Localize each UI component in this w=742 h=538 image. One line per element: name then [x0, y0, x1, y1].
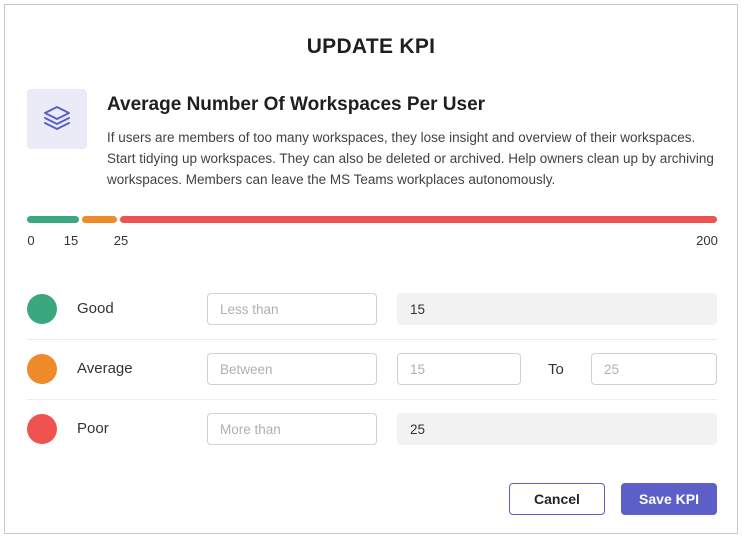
save-kpi-button[interactable]: Save KPI — [621, 483, 717, 515]
average-to-field[interactable]: 25 — [591, 353, 717, 385]
average-label: Average — [77, 360, 133, 377]
good-status-dot — [27, 294, 57, 324]
kpi-icon-container — [27, 89, 87, 149]
average-from-field[interactable]: 15 — [397, 353, 521, 385]
average-operator-field[interactable]: Between — [207, 353, 377, 385]
layers-icon — [44, 106, 70, 130]
poor-label: Poor — [77, 420, 109, 437]
average-status-dot — [27, 354, 57, 384]
kpi-name: Average Number Of Workspaces Per User — [107, 94, 486, 115]
range-segment-average — [82, 216, 117, 223]
poor-status-dot — [27, 414, 57, 444]
threshold-row-average: Average Between 15 To 25 — [27, 339, 717, 399]
kpi-range-bar — [27, 216, 717, 223]
threshold-row-good: Good Less than 15 — [27, 279, 717, 339]
good-label: Good — [77, 300, 114, 317]
good-operator-field[interactable]: Less than — [207, 293, 377, 325]
kpi-description: If users are members of too many workspa… — [107, 130, 714, 187]
range-tick-average: 25 — [113, 233, 129, 248]
dialog-title: UPDATE KPI — [306, 35, 436, 58]
range-tick-max: 200 — [696, 233, 718, 248]
cancel-button[interactable]: Cancel — [509, 483, 605, 515]
update-kpi-dialog: UPDATE KPI Average Number Of Workspaces … — [4, 4, 738, 534]
good-value-field[interactable]: 15 — [397, 293, 717, 325]
range-tick-good: 15 — [63, 233, 79, 248]
poor-value-field[interactable]: 25 — [397, 413, 717, 445]
threshold-row-poor: Poor More than 25 — [27, 399, 717, 459]
range-tick-min: 0 — [27, 233, 35, 248]
range-segment-poor — [120, 216, 717, 223]
range-segment-good — [27, 216, 79, 223]
average-to-label: To — [548, 361, 564, 378]
poor-operator-field[interactable]: More than — [207, 413, 377, 445]
